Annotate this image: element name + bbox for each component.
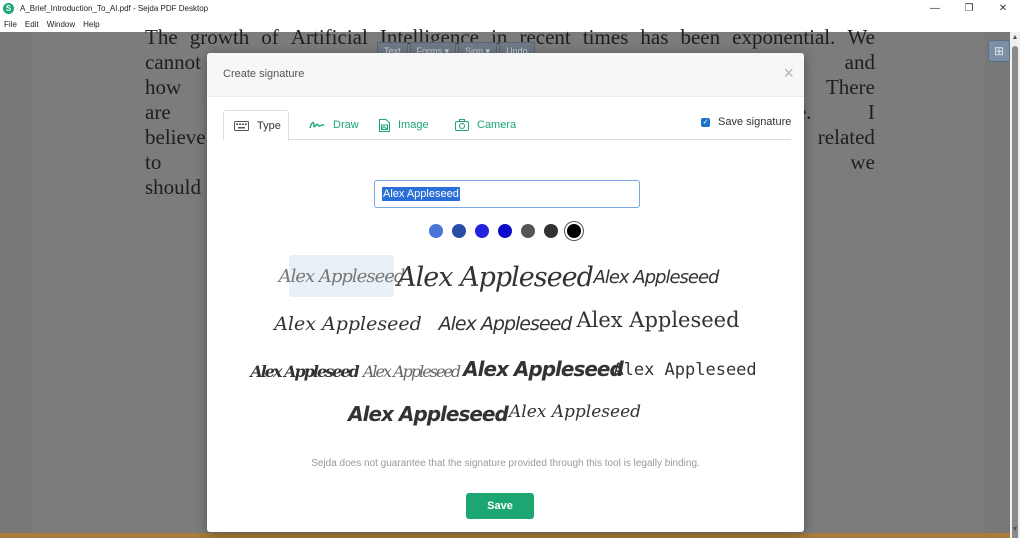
save-button[interactable]: Save (466, 493, 534, 519)
restore-button[interactable]: ❐ (952, 0, 986, 16)
vertical-scrollbar[interactable]: ▲ ▼ (1010, 32, 1020, 538)
signature-option[interactable]: Alex Appleseed (348, 396, 509, 432)
pdf-word: The (145, 25, 178, 49)
signature-option[interactable]: Alex Appleseed (594, 261, 720, 293)
pdf-word: We (847, 25, 875, 49)
pdf-word: should (145, 175, 202, 199)
tab-image-label: Image (398, 119, 429, 131)
pdf-word: cannot (145, 50, 201, 74)
tab-image[interactable]: Image (369, 110, 435, 140)
create-signature-dialog: Create signature × Type Draw Image Camer… (207, 53, 804, 532)
signature-option[interactable]: Alex Appleseed (463, 353, 624, 385)
keyboard-icon (234, 120, 249, 131)
signature-option[interactable]: Alex Appleseed (273, 308, 423, 340)
pdf-word: exponential. (732, 25, 836, 49)
signature-option[interactable]: Alex Appleseed (613, 355, 756, 385)
color-picker (429, 224, 581, 238)
tab-draw[interactable]: Draw (299, 110, 371, 140)
pdf-word: I (867, 100, 875, 124)
close-dialog-icon[interactable]: × (783, 64, 794, 82)
save-signature-option[interactable]: ✓ Save signature (701, 116, 791, 128)
pdf-word: to (145, 150, 162, 174)
draw-icon (309, 120, 325, 130)
legal-disclaimer: Sejda does not guarantee that the signat… (311, 458, 700, 469)
pdf-word: of (261, 25, 279, 49)
color-swatch[interactable] (429, 224, 443, 238)
color-swatch[interactable] (475, 224, 489, 238)
pdf-word: related (817, 125, 875, 149)
window-title: A_Brief_Introduction_To_AI.pdf - Sejda P… (20, 3, 209, 13)
color-swatch[interactable] (567, 224, 581, 238)
scroll-up-icon[interactable]: ▲ (1010, 34, 1020, 44)
signature-option[interactable]: Alex Appleseed (279, 255, 405, 297)
signature-option[interactable]: Alex Appleseed (397, 258, 594, 296)
menu-help[interactable]: Help (83, 20, 99, 29)
menu-edit[interactable]: Edit (25, 20, 39, 29)
scroll-thumb[interactable] (1012, 46, 1018, 538)
save-signature-checkbox[interactable]: ✓ (701, 117, 710, 127)
minimize-button[interactable]: — (918, 0, 952, 16)
tab-camera-label: Camera (477, 119, 517, 131)
pdf-word: how (145, 75, 182, 99)
image-icon (379, 118, 390, 132)
signature-option[interactable]: Alex Appleseed (250, 356, 359, 386)
tab-camera[interactable]: Camera (445, 110, 527, 140)
signature-option[interactable]: Alex Appleseed (439, 308, 573, 340)
window-controls: — ❐ ✕ (918, 0, 1020, 16)
pdf-word: been (680, 25, 721, 49)
title-bar: S A_Brief_Introduction_To_AI.pdf - Sejda… (0, 0, 1020, 16)
dialog-header: Create signature × (207, 53, 804, 97)
pdf-word: we (850, 150, 875, 174)
color-swatch[interactable] (452, 224, 466, 238)
pdf-word: times (582, 25, 629, 49)
color-swatch[interactable] (544, 224, 558, 238)
pdf-word: There (825, 75, 875, 99)
pdf-word: are (145, 100, 171, 124)
pdf-word: has (640, 25, 669, 49)
signature-option[interactable]: Alex Appleseed (509, 396, 641, 428)
color-swatch[interactable] (521, 224, 535, 238)
tab-draw-label: Draw (333, 119, 359, 131)
pdf-word: growth (189, 25, 250, 49)
sejda-logo-icon: S (3, 2, 14, 14)
dialog-title: Create signature (223, 68, 305, 80)
signature-name-input[interactable]: Alex Appleseed (374, 180, 640, 208)
signature-option[interactable]: Alex Appleseed (576, 303, 739, 337)
save-signature-label: Save signature (718, 116, 792, 128)
pdf-word: Artificial (290, 25, 368, 49)
pdf-word: believe (145, 125, 206, 149)
bottom-edge (0, 533, 1010, 538)
pdf-word: and (844, 50, 875, 74)
menu-file[interactable]: File (4, 20, 17, 29)
signature-name-text: Alex Appleseed (382, 187, 460, 201)
color-swatch[interactable] (498, 224, 512, 238)
tab-type[interactable]: Type (223, 110, 289, 141)
signature-option[interactable]: Alex Appleseed (363, 356, 461, 386)
tab-type-label: Type (257, 119, 281, 132)
thumbnails-toggle-icon[interactable]: ⊞ (988, 40, 1010, 62)
menu-window[interactable]: Window (47, 20, 75, 29)
close-window-button[interactable]: ✕ (986, 0, 1020, 16)
scroll-down-icon[interactable]: ▼ (1010, 526, 1020, 536)
camera-icon (455, 119, 469, 131)
